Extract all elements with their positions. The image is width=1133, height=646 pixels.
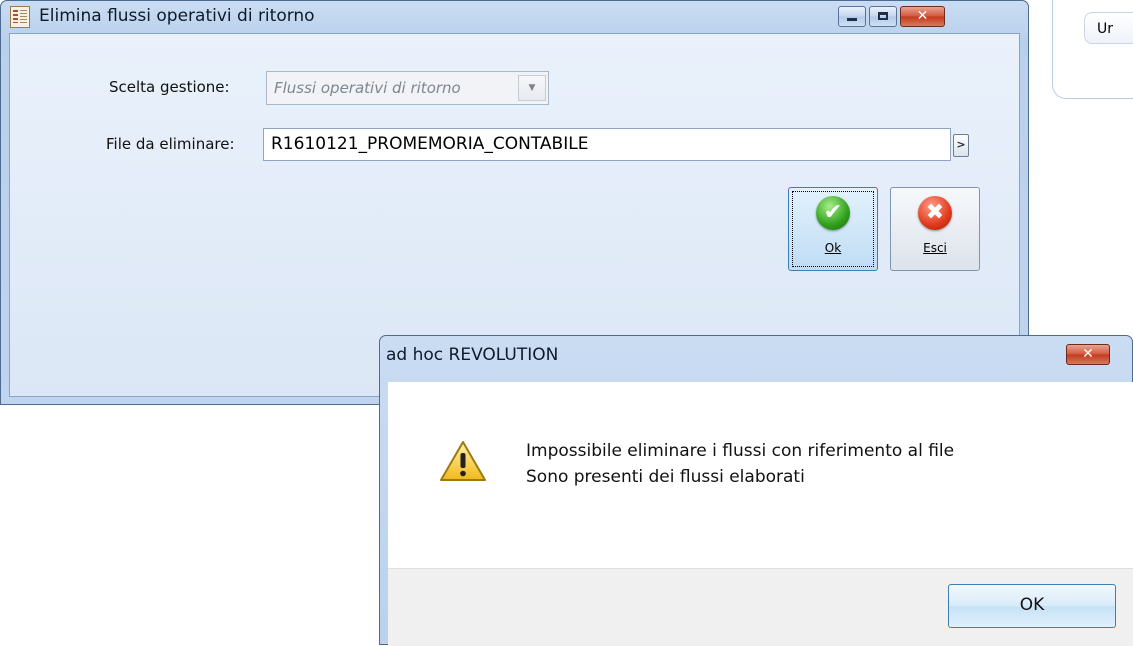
dialog-ok-button[interactable]: OK xyxy=(948,584,1116,628)
main-window-title: Elimina flussi operativi di ritorno xyxy=(39,6,315,26)
esci-button-label: Esci xyxy=(923,241,947,255)
background-tab[interactable]: Ur xyxy=(1084,12,1133,44)
maximize-button[interactable] xyxy=(869,6,897,27)
exit-x-icon: ✖ xyxy=(918,196,952,230)
minimize-button[interactable] xyxy=(838,6,866,27)
scelta-gestione-value: Flussi operativi di ritorno xyxy=(274,79,461,97)
browse-file-button[interactable]: > xyxy=(953,134,969,157)
warning-icon xyxy=(440,441,486,481)
chevron-down-icon: ▼ xyxy=(518,75,546,101)
message-line-1: Impossibile eliminare i flussi con rifer… xyxy=(526,441,955,461)
scelta-gestione-label: Scelta gestione: xyxy=(109,78,230,96)
main-window-titlebar[interactable]: Elimina flussi operativi di ritorno ✕ xyxy=(1,1,1028,31)
message-text: Impossibile eliminare i flussi con rifer… xyxy=(526,438,954,490)
chevron-right-icon: > xyxy=(956,138,966,151)
file-da-eliminare-label: File da eliminare: xyxy=(106,135,235,153)
maximize-icon xyxy=(878,12,888,20)
file-da-eliminare-field[interactable]: R1610121_PROMEMORIA_CONTABILE xyxy=(263,128,951,161)
check-icon: ✔ xyxy=(816,196,850,230)
message-dialog-body: Impossibile eliminare i flussi con rifer… xyxy=(388,382,1133,568)
scelta-gestione-combo: Flussi operativi di ritorno ▼ xyxy=(266,71,549,105)
window-controls: ✕ xyxy=(838,6,945,28)
message-dialog-footer: OK xyxy=(388,568,1133,646)
dialog-close-button[interactable]: ✕ xyxy=(1066,344,1110,365)
close-icon: ✕ xyxy=(1082,346,1094,362)
ok-button[interactable]: ✔ Ok xyxy=(788,187,878,271)
message-line-2: Sono presenti dei flussi elaborati xyxy=(526,467,805,487)
message-dialog-title: ad hoc REVOLUTION xyxy=(386,345,559,365)
message-dialog: ad hoc REVOLUTION ✕ Impossibile eliminar… xyxy=(379,335,1133,646)
close-button[interactable]: ✕ xyxy=(900,6,945,27)
background-tab-label: Ur xyxy=(1097,21,1114,37)
app-document-icon xyxy=(10,6,30,28)
esci-button[interactable]: ✖ Esci xyxy=(890,187,980,271)
minimize-icon xyxy=(847,18,857,21)
close-icon: ✕ xyxy=(916,8,929,24)
ok-button-label: Ok xyxy=(824,241,842,255)
